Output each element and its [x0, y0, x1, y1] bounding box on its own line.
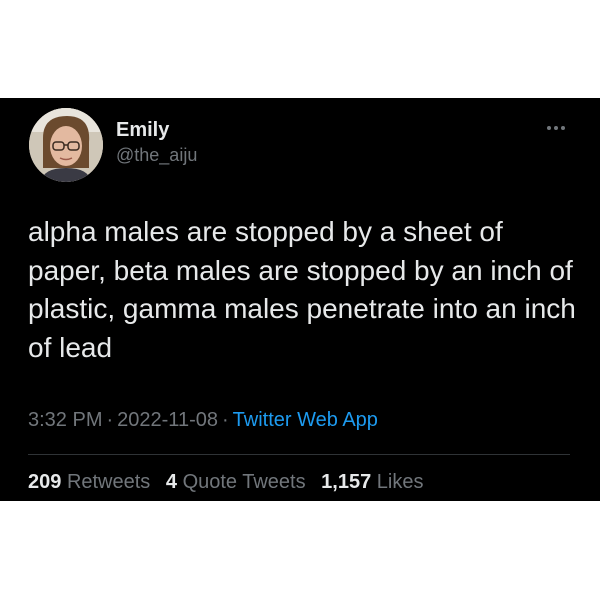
tweet-text: alpha males are stopped by a sheet of pa… — [28, 216, 576, 363]
separator-dot: · — [106, 409, 114, 431]
quote-tweets-count: 4 — [165, 471, 177, 493]
tweet-source-link[interactable]: Twitter Web App — [233, 409, 378, 431]
tweet-metadata: 3:32 PM · 2022-11-08 · Twitter Web App — [28, 408, 378, 432]
avatar-image — [29, 108, 103, 182]
more-horizontal-icon — [547, 126, 565, 130]
retweets-label: Retweets — [66, 471, 151, 493]
likes-label: Likes — [376, 471, 424, 493]
quote-tweets-label: Quote Tweets — [182, 471, 306, 493]
divider — [28, 454, 570, 455]
author-display-name[interactable]: Emily — [116, 118, 169, 142]
tweet-time[interactable]: 3:32 PM — [28, 409, 102, 431]
likes-stat[interactable]: 1,157 Likes — [321, 471, 423, 493]
avatar[interactable] — [29, 108, 103, 182]
tweet-date[interactable]: 2022-11-08 — [117, 409, 218, 431]
retweets-count: 209 — [28, 471, 62, 493]
engagement-stats: 209 Retweets 4 Quote Tweets 1,157 Likes — [28, 470, 434, 494]
retweets-stat[interactable]: 209 Retweets — [28, 471, 150, 493]
tweet-card: Emily @the_aiju alpha males are stopped … — [0, 98, 600, 501]
author-handle[interactable]: @the_aiju — [116, 144, 197, 166]
separator-dot: · — [221, 409, 229, 431]
more-options-button[interactable] — [543, 120, 569, 136]
likes-count: 1,157 — [321, 471, 372, 493]
quote-tweets-stat[interactable]: 4 Quote Tweets — [166, 471, 306, 493]
